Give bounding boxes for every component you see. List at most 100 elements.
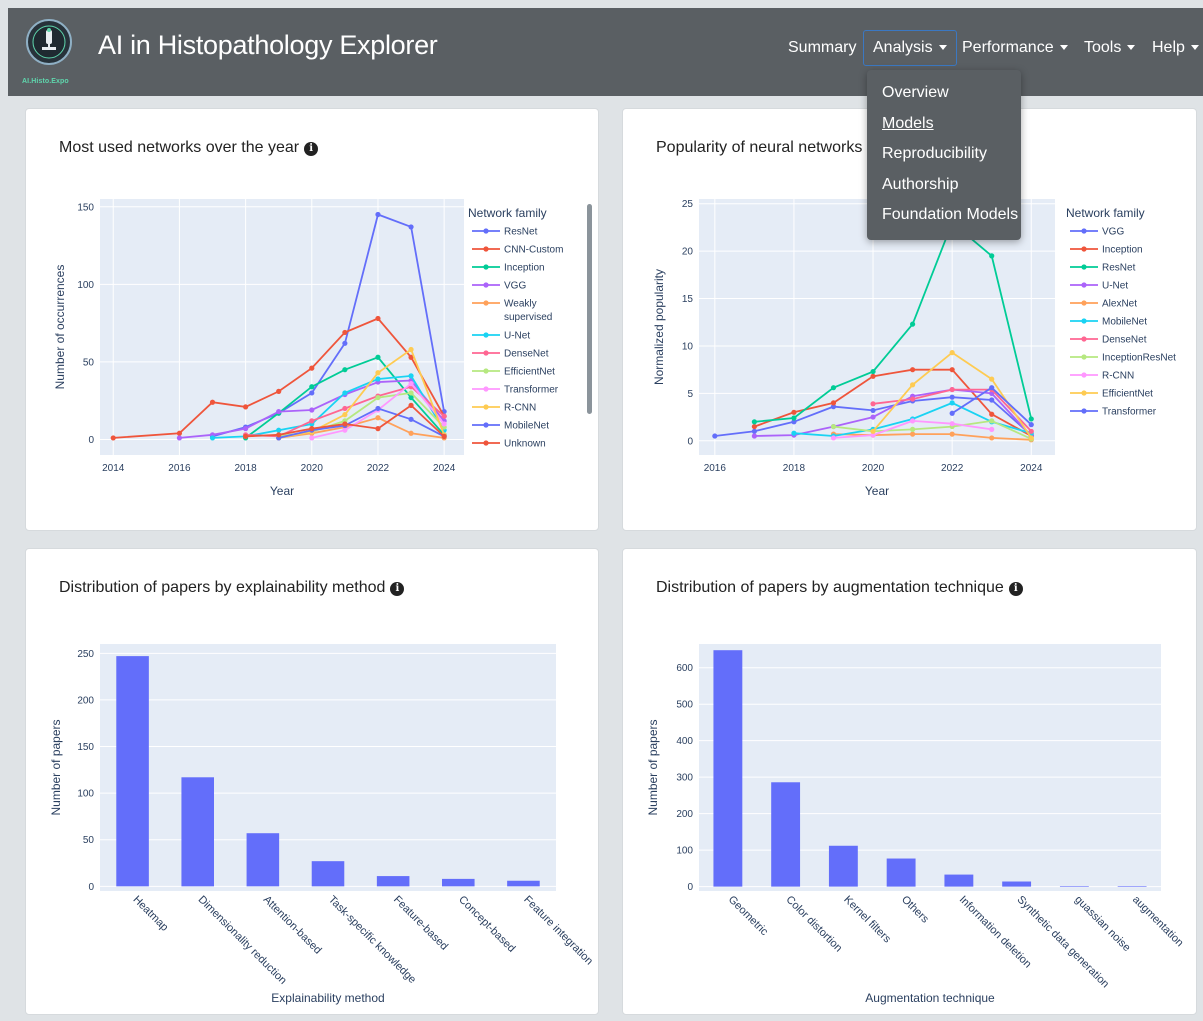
- data-point: [375, 394, 381, 401]
- menu-item-overview[interactable]: Overview: [882, 84, 949, 102]
- y-tick-label: 200: [77, 695, 94, 706]
- y-tick-label: 50: [83, 835, 95, 846]
- data-point: [989, 426, 995, 432]
- nav-tools[interactable]: Tools: [1084, 39, 1136, 57]
- data-point: [408, 390, 414, 396]
- data-point: [375, 211, 381, 218]
- plot-background: [100, 199, 464, 455]
- data-point: [830, 385, 837, 391]
- legend-label: supervised: [504, 312, 552, 323]
- x-tick-label: Kernel filters: [841, 894, 893, 946]
- app-logo-icon[interactable]: [26, 19, 72, 65]
- x-tick-label: Heatmap: [130, 894, 170, 934]
- data-point: [209, 399, 216, 405]
- nav-tools-label: Tools: [1084, 39, 1122, 56]
- chevron-down-icon: [1127, 45, 1136, 51]
- x-tick-label: Color distortion: [784, 894, 845, 955]
- data-point: [989, 418, 995, 424]
- data-point: [408, 381, 414, 387]
- legend-title: Network family: [1066, 206, 1145, 220]
- legend-label: MobileNet: [1102, 317, 1147, 328]
- legend-scrollbar[interactable]: [587, 204, 592, 414]
- menu-item-models[interactable]: Models: [882, 115, 934, 133]
- data-point: [949, 400, 955, 406]
- legend-label: AlexNet: [1102, 299, 1137, 310]
- data-point: [949, 386, 955, 393]
- data-point: [375, 405, 381, 412]
- data-point: [751, 423, 757, 430]
- bar: [376, 876, 410, 887]
- legend-marker: [1081, 300, 1087, 306]
- data-point: [751, 433, 757, 439]
- card-augmentation: Distribution of papers by augmentation t…: [622, 548, 1197, 1015]
- legend-marker: [1081, 390, 1087, 396]
- data-point: [342, 329, 348, 336]
- data-point: [342, 412, 348, 418]
- nav-performance[interactable]: Performance: [962, 39, 1068, 57]
- legend-marker: [483, 440, 489, 446]
- bar: [1117, 886, 1147, 887]
- card-networks-over-years: Most used networks over the year i 2014 20…: [25, 108, 599, 531]
- menu-item-authorship[interactable]: Authorship: [882, 176, 959, 194]
- data-point: [276, 388, 282, 394]
- legend-label: R-CNN: [504, 403, 536, 414]
- bar: [886, 858, 916, 887]
- data-point: [408, 224, 414, 230]
- x-tick-label: augmentation: [1130, 894, 1186, 950]
- y-tick-label: 500: [676, 700, 693, 711]
- legend-marker: [483, 332, 489, 338]
- data-point: [989, 435, 995, 441]
- y-tick-label: 0: [687, 882, 693, 893]
- x-tick-label: guassian noise: [1072, 894, 1132, 954]
- chevron-down-icon: [1059, 45, 1068, 51]
- data-point: [342, 390, 348, 396]
- data-point: [949, 410, 955, 416]
- legend-marker: [1081, 282, 1087, 288]
- data-point: [375, 415, 381, 421]
- data-point: [910, 382, 916, 388]
- data-point: [910, 431, 916, 437]
- menu-item-reproducibility[interactable]: Reproducibility: [882, 145, 987, 163]
- y-tick-label: 100: [676, 846, 693, 857]
- legend-marker: [483, 282, 489, 288]
- x-tick-label: 2022: [367, 463, 390, 474]
- nav-analysis[interactable]: Analysis: [863, 30, 957, 66]
- x-axis-title: Explainability method: [271, 991, 384, 1005]
- plot-background: [699, 644, 1161, 891]
- bar: [116, 656, 149, 887]
- legend-marker: [1081, 264, 1087, 270]
- data-point: [949, 394, 955, 400]
- nav-help[interactable]: Help: [1152, 39, 1199, 57]
- legend-marker: [1081, 372, 1087, 378]
- nav-help-label: Help: [1152, 39, 1185, 56]
- legend-label: Transformer: [1102, 407, 1157, 418]
- data-point: [1028, 428, 1034, 434]
- app-title[interactable]: AI in Histopathology Explorer: [98, 30, 438, 61]
- bar: [246, 833, 280, 887]
- data-point: [375, 426, 381, 432]
- y-tick-label: 50: [83, 357, 95, 368]
- x-tick-label: 2024: [1020, 463, 1043, 474]
- data-point: [989, 253, 995, 259]
- data-point: [176, 430, 183, 436]
- nav-summary[interactable]: Summary: [788, 39, 856, 57]
- data-point: [870, 368, 876, 375]
- data-point: [408, 430, 414, 436]
- data-point: [910, 396, 916, 402]
- data-point: [830, 435, 837, 441]
- y-tick-label: 20: [682, 247, 694, 258]
- data-point: [949, 350, 955, 356]
- data-point: [408, 416, 414, 422]
- legend-label: EfficientNet: [1102, 389, 1153, 400]
- data-point: [176, 435, 183, 441]
- data-point: [910, 418, 916, 424]
- bar: [507, 880, 540, 887]
- legend-marker: [1081, 408, 1087, 414]
- menu-item-foundation-models[interactable]: Foundation Models: [882, 206, 1018, 224]
- data-point: [1028, 422, 1034, 428]
- legend-marker: [483, 246, 489, 252]
- data-point: [870, 428, 876, 434]
- data-point: [342, 421, 348, 427]
- legend-label: Inception: [504, 263, 545, 274]
- legend-label: ResNet: [504, 227, 538, 238]
